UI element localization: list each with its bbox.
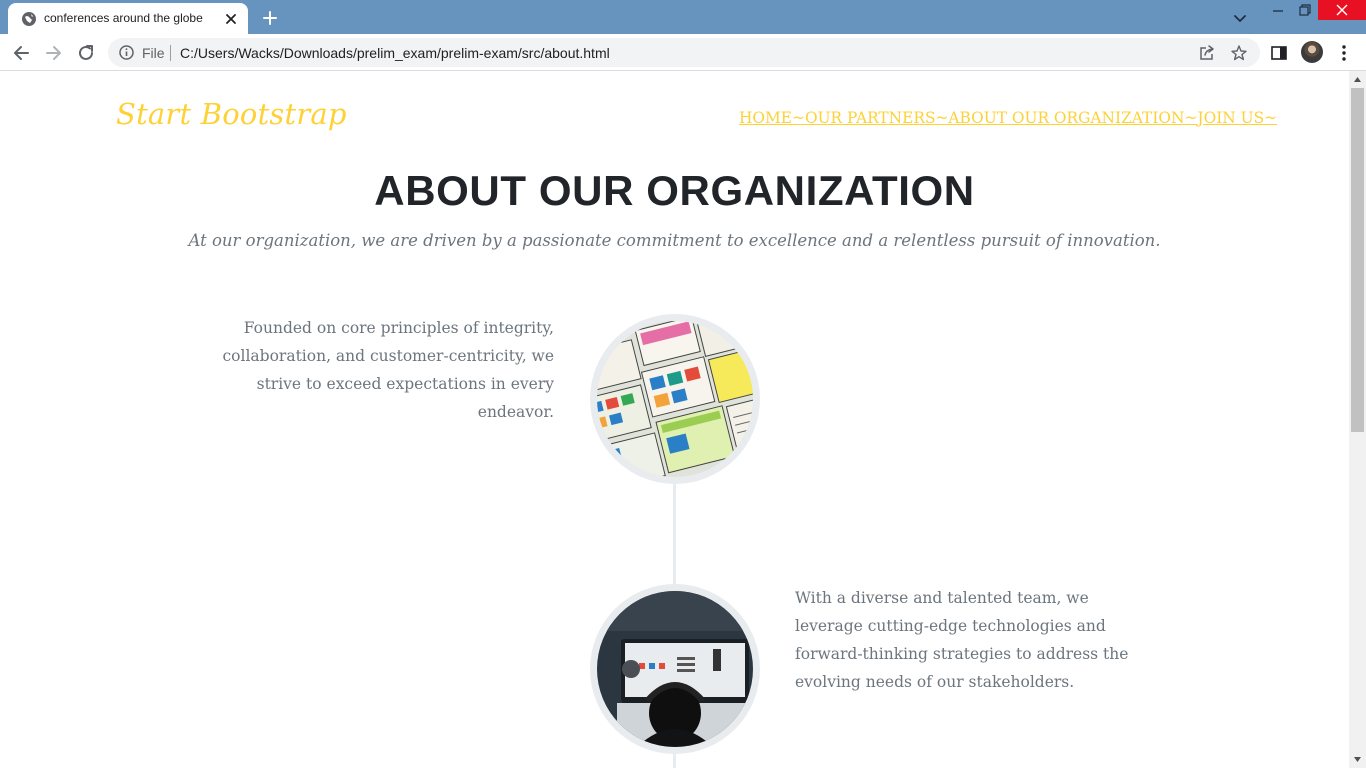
timeline-item-text: With a diverse and talented team, we lev… — [795, 589, 1129, 691]
timeline-image-frame — [590, 584, 760, 754]
nav-separator: ~ — [792, 109, 805, 127]
nav-link-about[interactable]: ABOUT OUR ORGANIZATION — [948, 109, 1184, 127]
person-at-computer-image — [597, 591, 753, 747]
browser-toolbar: File C:/Users/Wacks/Downloads/prelim_exa… — [0, 34, 1366, 71]
share-icon[interactable] — [1198, 44, 1216, 62]
omnibox-divider — [170, 45, 171, 61]
arrow-left-icon[interactable] — [10, 42, 32, 64]
avatar-icon[interactable] — [1301, 41, 1323, 63]
close-icon[interactable] — [222, 10, 240, 28]
close-window-icon[interactable] — [1318, 0, 1366, 20]
star-icon[interactable] — [1230, 44, 1248, 62]
kebab-menu-icon[interactable] — [1335, 43, 1353, 63]
url-text[interactable]: C:/Users/Wacks/Downloads/prelim_exam/pre… — [180, 45, 610, 61]
nav-link-home[interactable]: HOME — [739, 109, 792, 127]
chevron-down-icon[interactable] — [1230, 8, 1250, 28]
vertical-scrollbar[interactable] — [1349, 71, 1366, 768]
restore-icon[interactable] — [1292, 0, 1316, 22]
minimize-icon[interactable] — [1266, 0, 1290, 22]
timeline-image-frame — [590, 314, 760, 484]
page-subtitle: At our organization, we are driven by a … — [188, 231, 1161, 250]
scroll-down-arrow-icon[interactable] — [1353, 755, 1362, 764]
globe-icon — [22, 12, 36, 26]
plus-icon[interactable] — [259, 7, 281, 29]
info-icon[interactable] — [118, 44, 135, 61]
address-bar[interactable]: File C:/Users/Wacks/Downloads/prelim_exa… — [108, 38, 1260, 67]
timeline-item-text: Founded on core principles of integrity,… — [222, 319, 555, 421]
nav-separator: ~ — [935, 109, 949, 127]
page-viewport: Start Bootstrap HOME~OUR PARTNERS~ABOUT … — [0, 71, 1349, 768]
main-nav: HOME~OUR PARTNERS~ABOUT OUR ORGANIZATION… — [739, 109, 1277, 127]
reload-icon[interactable] — [75, 42, 97, 64]
side-panel-icon[interactable] — [1270, 44, 1288, 62]
tab-strip: conferences around the globe — [0, 0, 1366, 34]
wireframe-sketches-image — [597, 321, 753, 477]
nav-separator: ~ — [1264, 109, 1278, 127]
page-title: ABOUT OUR ORGANIZATION — [374, 167, 975, 214]
browser-tab[interactable]: conferences around the globe — [8, 3, 248, 34]
scrollbar-thumb[interactable] — [1351, 88, 1364, 432]
scroll-up-arrow-icon[interactable] — [1353, 75, 1362, 84]
nav-separator: ~ — [1184, 109, 1198, 127]
scheme-label: File — [142, 45, 165, 61]
tab-title: conferences around the globe — [44, 11, 203, 25]
nav-link-partners[interactable]: OUR PARTNERS — [805, 109, 936, 127]
navbar-brand[interactable]: Start Bootstrap — [116, 97, 347, 131]
nav-link-join[interactable]: JOIN US — [1197, 109, 1264, 127]
arrow-right-icon[interactable] — [43, 42, 65, 64]
